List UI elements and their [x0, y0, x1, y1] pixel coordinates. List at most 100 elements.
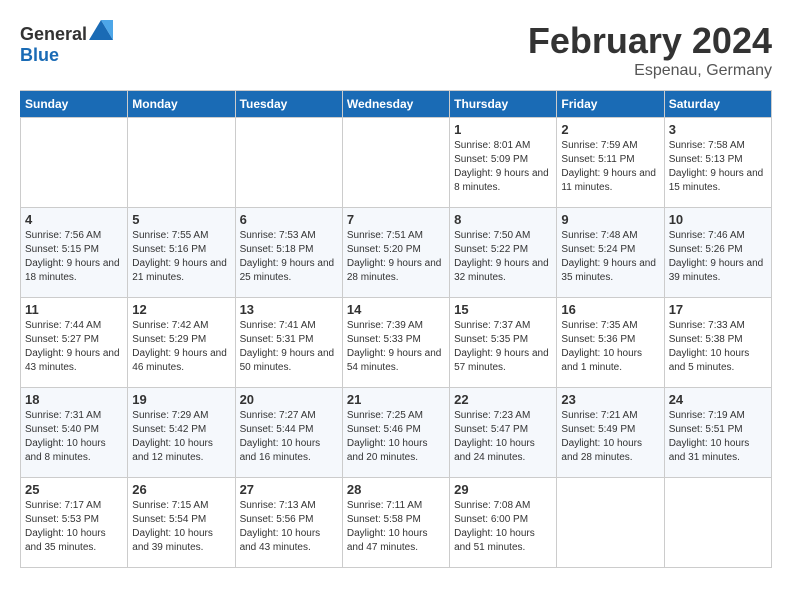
day-number: 8 — [454, 212, 552, 227]
calendar-cell: 25 Sunrise: 7:17 AMSunset: 5:53 PMDayligh… — [21, 478, 128, 568]
day-number: 12 — [132, 302, 230, 317]
day-info: Sunrise: 7:13 AMSunset: 5:56 PMDaylight:… — [240, 499, 338, 555]
calendar-cell: 14 Sunrise: 7:39 AMSunset: 5:33 PMDayligh… — [342, 298, 449, 388]
logo-text: General Blue — [20, 20, 113, 66]
calendar-cell: 16 Sunrise: 7:35 AMSunset: 5:36 PMDayligh… — [557, 298, 664, 388]
day-info: Sunrise: 7:44 AMSunset: 5:27 PMDaylight:… — [25, 319, 123, 375]
calendar-cell: 21 Sunrise: 7:25 AMSunset: 5:46 PMDayligh… — [342, 388, 449, 478]
day-number: 29 — [454, 482, 552, 497]
calendar-cell: 26 Sunrise: 7:15 AMSunset: 5:54 PMDayligh… — [128, 478, 235, 568]
month-year-title: February 2024 — [528, 20, 772, 62]
day-info: Sunrise: 7:59 AMSunset: 5:11 PMDaylight:… — [561, 139, 659, 195]
day-number: 26 — [132, 482, 230, 497]
weekday-header: Saturday — [664, 91, 771, 118]
day-info: Sunrise: 7:25 AMSunset: 5:46 PMDaylight:… — [347, 409, 445, 465]
weekday-header: Friday — [557, 91, 664, 118]
day-number: 25 — [25, 482, 123, 497]
calendar-cell — [664, 478, 771, 568]
day-info: Sunrise: 7:56 AMSunset: 5:15 PMDaylight:… — [25, 229, 123, 285]
calendar-cell — [21, 118, 128, 208]
day-number: 11 — [25, 302, 123, 317]
calendar-cell: 18 Sunrise: 7:31 AMSunset: 5:40 PMDayligh… — [21, 388, 128, 478]
day-number: 18 — [25, 392, 123, 407]
weekday-header: Tuesday — [235, 91, 342, 118]
calendar-cell: 23 Sunrise: 7:21 AMSunset: 5:49 PMDayligh… — [557, 388, 664, 478]
day-info: Sunrise: 7:55 AMSunset: 5:16 PMDaylight:… — [132, 229, 230, 285]
day-number: 4 — [25, 212, 123, 227]
day-number: 22 — [454, 392, 552, 407]
calendar-cell: 1 Sunrise: 8:01 AMSunset: 5:09 PMDaylight… — [450, 118, 557, 208]
day-info: Sunrise: 7:15 AMSunset: 5:54 PMDaylight:… — [132, 499, 230, 555]
day-info: Sunrise: 7:51 AMSunset: 5:20 PMDaylight:… — [347, 229, 445, 285]
day-info: Sunrise: 7:53 AMSunset: 5:18 PMDaylight:… — [240, 229, 338, 285]
day-number: 3 — [669, 122, 767, 137]
calendar-cell: 6 Sunrise: 7:53 AMSunset: 5:18 PMDaylight… — [235, 208, 342, 298]
weekday-header: Wednesday — [342, 91, 449, 118]
calendar-cell: 3 Sunrise: 7:58 AMSunset: 5:13 PMDaylight… — [664, 118, 771, 208]
day-info: Sunrise: 7:41 AMSunset: 5:31 PMDaylight:… — [240, 319, 338, 375]
calendar-week-row: 18 Sunrise: 7:31 AMSunset: 5:40 PMDayligh… — [21, 388, 772, 478]
calendar-cell — [342, 118, 449, 208]
calendar-cell: 17 Sunrise: 7:33 AMSunset: 5:38 PMDayligh… — [664, 298, 771, 388]
day-number: 9 — [561, 212, 659, 227]
logo-general: General — [20, 24, 87, 44]
day-number: 13 — [240, 302, 338, 317]
day-info: Sunrise: 7:33 AMSunset: 5:38 PMDaylight:… — [669, 319, 767, 375]
calendar-cell: 10Sunrise: 7:46 AMSunset: 5:26 PMDayligh… — [664, 208, 771, 298]
title-area: February 2024 Espenau, Germany — [528, 20, 772, 80]
calendar-cell: 8 Sunrise: 7:50 AMSunset: 5:22 PMDaylight… — [450, 208, 557, 298]
day-number: 28 — [347, 482, 445, 497]
calendar-week-row: 1 Sunrise: 8:01 AMSunset: 5:09 PMDaylight… — [21, 118, 772, 208]
day-number: 6 — [240, 212, 338, 227]
calendar-cell: 13 Sunrise: 7:41 AMSunset: 5:31 PMDayligh… — [235, 298, 342, 388]
calendar-cell: 20 Sunrise: 7:27 AMSunset: 5:44 PMDayligh… — [235, 388, 342, 478]
day-info: Sunrise: 7:39 AMSunset: 5:33 PMDaylight:… — [347, 319, 445, 375]
day-info: Sunrise: 7:11 AMSunset: 5:58 PMDaylight:… — [347, 499, 445, 555]
calendar-cell: 11 Sunrise: 7:44 AMSunset: 5:27 PMDayligh… — [21, 298, 128, 388]
day-number: 14 — [347, 302, 445, 317]
day-info: Sunrise: 7:21 AMSunset: 5:49 PMDaylight:… — [561, 409, 659, 465]
day-number: 1 — [454, 122, 552, 137]
day-number: 19 — [132, 392, 230, 407]
day-info: Sunrise: 7:48 AMSunset: 5:24 PMDaylight:… — [561, 229, 659, 285]
day-number: 2 — [561, 122, 659, 137]
day-info: Sunrise: 7:17 AMSunset: 5:53 PMDaylight:… — [25, 499, 123, 555]
location-subtitle: Espenau, Germany — [528, 62, 772, 80]
calendar-week-row: 4 Sunrise: 7:56 AMSunset: 5:15 PMDaylight… — [21, 208, 772, 298]
calendar-cell: 24 Sunrise: 7:19 AMSunset: 5:51 PMDayligh… — [664, 388, 771, 478]
day-info: Sunrise: 7:31 AMSunset: 5:40 PMDaylight:… — [25, 409, 123, 465]
calendar-cell: 15Sunrise: 7:37 AMSunset: 5:35 PMDayligh… — [450, 298, 557, 388]
logo-blue: Blue — [20, 45, 59, 65]
day-number: 23 — [561, 392, 659, 407]
calendar-cell: 19 Sunrise: 7:29 AMSunset: 5:42 PMDayligh… — [128, 388, 235, 478]
calendar-header-row: SundayMondayTuesdayWednesdayThursdayFrid… — [21, 91, 772, 118]
calendar-week-row: 11 Sunrise: 7:44 AMSunset: 5:27 PMDayligh… — [21, 298, 772, 388]
weekday-header: Thursday — [450, 91, 557, 118]
day-number: 21 — [347, 392, 445, 407]
day-number: 5 — [132, 212, 230, 227]
day-info: Sunrise: 7:19 AMSunset: 5:51 PMDaylight:… — [669, 409, 767, 465]
day-number: 20 — [240, 392, 338, 407]
weekday-header: Sunday — [21, 91, 128, 118]
calendar-table: SundayMondayTuesdayWednesdayThursdayFrid… — [20, 90, 772, 568]
weekday-header: Monday — [128, 91, 235, 118]
day-info: Sunrise: 7:35 AMSunset: 5:36 PMDaylight:… — [561, 319, 659, 375]
day-number: 17 — [669, 302, 767, 317]
calendar-cell: 7Sunrise: 7:51 AMSunset: 5:20 PMDaylight… — [342, 208, 449, 298]
calendar-cell: 27Sunrise: 7:13 AMSunset: 5:56 PMDayligh… — [235, 478, 342, 568]
day-info: Sunrise: 7:50 AMSunset: 5:22 PMDaylight:… — [454, 229, 552, 285]
day-info: Sunrise: 7:08 AMSunset: 6:00 PMDaylight:… — [454, 499, 552, 555]
day-info: Sunrise: 8:01 AMSunset: 5:09 PMDaylight:… — [454, 139, 552, 195]
day-info: Sunrise: 7:27 AMSunset: 5:44 PMDaylight:… — [240, 409, 338, 465]
calendar-cell: 9 Sunrise: 7:48 AMSunset: 5:24 PMDaylight… — [557, 208, 664, 298]
calendar-week-row: 25 Sunrise: 7:17 AMSunset: 5:53 PMDayligh… — [21, 478, 772, 568]
day-info: Sunrise: 7:37 AMSunset: 5:35 PMDaylight:… — [454, 319, 552, 375]
day-info: Sunrise: 7:58 AMSunset: 5:13 PMDaylight:… — [669, 139, 767, 195]
calendar-cell — [235, 118, 342, 208]
day-number: 16 — [561, 302, 659, 317]
calendar-cell: 12Sunrise: 7:42 AMSunset: 5:29 PMDayligh… — [128, 298, 235, 388]
day-info: Sunrise: 7:29 AMSunset: 5:42 PMDaylight:… — [132, 409, 230, 465]
calendar-cell: 29 Sunrise: 7:08 AMSunset: 6:00 PMDayligh… — [450, 478, 557, 568]
day-number: 10 — [669, 212, 767, 227]
day-number: 24 — [669, 392, 767, 407]
